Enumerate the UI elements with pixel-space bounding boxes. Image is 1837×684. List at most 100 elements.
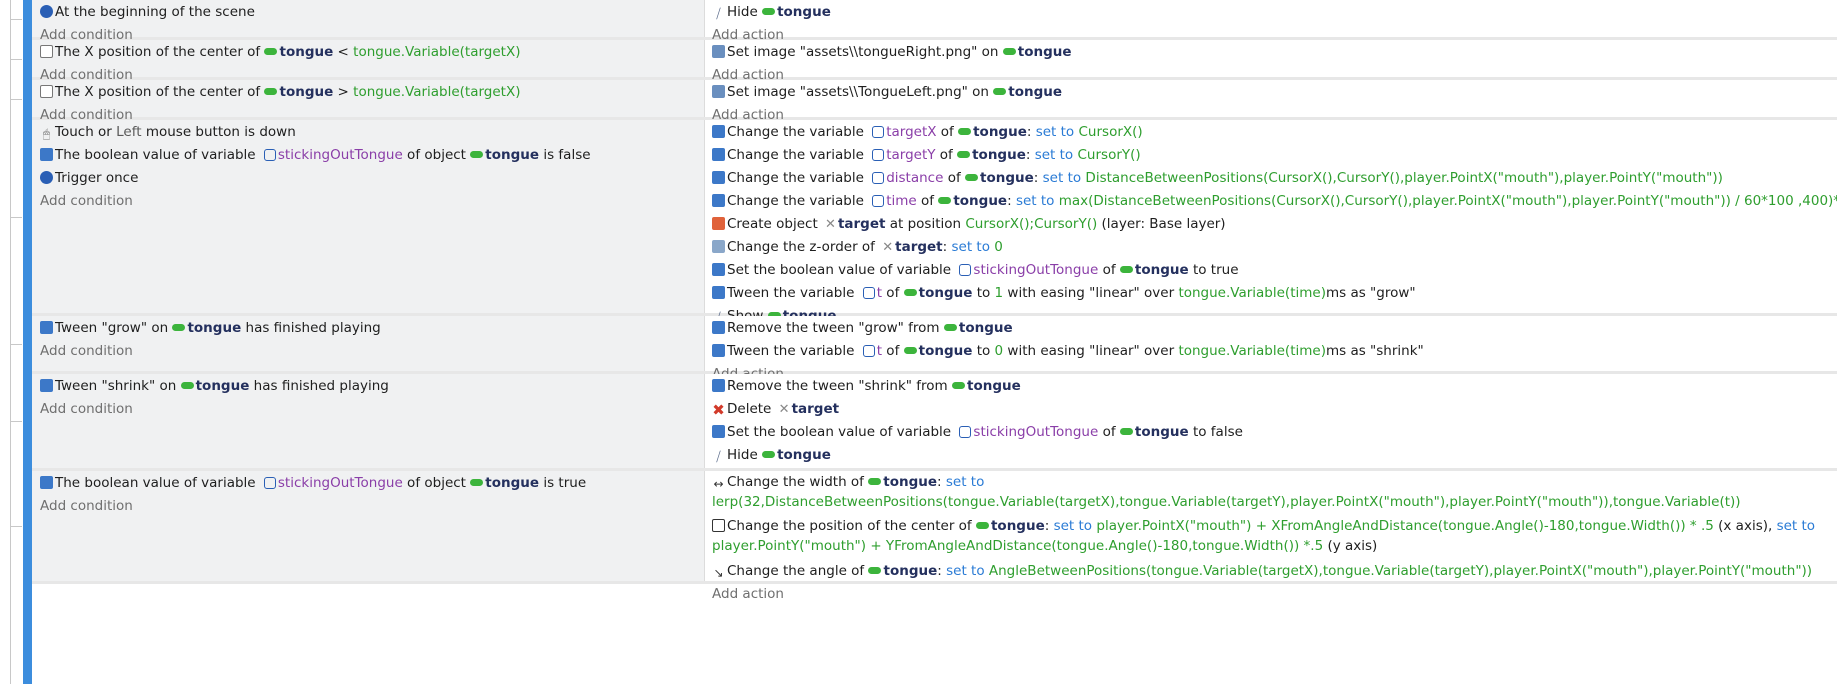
- action-line[interactable]: Remove the tween "grow" from tongue: [712, 317, 1837, 340]
- object-reference[interactable]: tongue: [993, 84, 1062, 100]
- expression[interactable]: tongue.Variable(targetX): [353, 44, 520, 60]
- action-line[interactable]: Change the variable distance of tongue: …: [712, 167, 1837, 190]
- expression[interactable]: AngleBetweenPositions(tongue.Variable(ta…: [989, 563, 1812, 579]
- conditions-column[interactable]: The X position of the center of tongue <…: [32, 40, 705, 83]
- object-reference[interactable]: ✕ target: [776, 401, 839, 417]
- actions-column[interactable]: Change the variable targetX of tongue: s…: [705, 120, 1837, 347]
- object-reference[interactable]: tongue: [938, 193, 1007, 209]
- action-line[interactable]: Change the position of the center of ton…: [712, 516, 1837, 560]
- variable-name[interactable]: targetY: [886, 147, 935, 163]
- condition-line[interactable]: Tween "grow" on tongue has finished play…: [40, 317, 704, 340]
- object-reference[interactable]: ✕ target: [822, 216, 885, 232]
- add-condition-button[interactable]: Add condition: [40, 190, 704, 213]
- expression[interactable]: tongue.Variable(targetX): [353, 84, 520, 100]
- event-row[interactable]: Tween "grow" on tongue has finished play…: [10, 316, 1837, 382]
- add-condition-button[interactable]: Add condition: [40, 340, 704, 363]
- object-reference[interactable]: tongue: [952, 378, 1021, 394]
- expression[interactable]: 0: [995, 343, 1004, 359]
- object-reference[interactable]: tongue: [1002, 44, 1072, 60]
- action-line[interactable]: Set image "assets\\TongueLeft.png" on to…: [712, 81, 1837, 104]
- object-reference[interactable]: tongue: [958, 124, 1027, 140]
- event-row[interactable]: The X position of the center of tongue >…: [10, 80, 1837, 123]
- object-reference[interactable]: tongue: [470, 147, 539, 163]
- add-action-button[interactable]: Add action: [712, 583, 1837, 606]
- action-line[interactable]: ↘ Change the angle of tongue: set to Angl…: [712, 560, 1837, 583]
- object-reference[interactable]: tongue: [264, 44, 333, 60]
- expression[interactable]: tongue.Variable(time): [1178, 343, 1326, 359]
- object-reference[interactable]: tongue: [943, 320, 1013, 336]
- action-line[interactable]: Tween the variable t of tongue to 1 with…: [712, 282, 1837, 305]
- object-reference[interactable]: tongue: [957, 147, 1026, 163]
- object-reference[interactable]: tongue: [868, 474, 937, 490]
- actions-column[interactable]: Remove the tween "shrink" from tongue ✖ De…: [705, 374, 1837, 486]
- action-line[interactable]: Create object ✕ target at position Cursor…: [712, 213, 1837, 236]
- action-line[interactable]: Set the boolean value of variable sticki…: [712, 421, 1837, 444]
- action-line[interactable]: ✖ Delete ✕ target: [712, 398, 1837, 421]
- condition-line[interactable]: The boolean value of variable stickingOu…: [40, 144, 704, 167]
- object-reference[interactable]: tongue: [172, 320, 241, 336]
- action-line[interactable]: ⧸ Hide tongue: [712, 444, 1837, 467]
- expression[interactable]: player.PointX("mouth") + XFromAngleAndDi…: [1096, 518, 1713, 534]
- conditions-column[interactable]: The boolean value of variable stickingOu…: [32, 471, 705, 581]
- object-reference[interactable]: tongue: [903, 343, 972, 359]
- action-line[interactable]: Set image "assets\\tongueRight.png" on t…: [712, 41, 1837, 64]
- conditions-column[interactable]: Tween "grow" on tongue has finished play…: [32, 316, 705, 371]
- condition-line[interactable]: At the beginning of the scene: [40, 1, 704, 24]
- action-line[interactable]: Change the variable targetY of tongue: s…: [712, 144, 1837, 167]
- object-reference[interactable]: tongue: [868, 563, 937, 579]
- condition-line[interactable]: The boolean value of variable stickingOu…: [40, 472, 704, 495]
- variable-name[interactable]: time: [886, 193, 917, 209]
- actions-column[interactable]: Set image "assets\\tongueRight.png" on t…: [705, 40, 1837, 83]
- actions-column[interactable]: ⧸ Hide tongue Add action: [705, 0, 1837, 43]
- variable-name[interactable]: distance: [886, 170, 943, 186]
- action-line[interactable]: Remove the tween "shrink" from tongue: [712, 375, 1837, 398]
- expression[interactable]: tongue.Variable(time): [1178, 285, 1326, 301]
- conditions-column[interactable]: At the beginning of the scene Add conditi…: [32, 0, 705, 43]
- actions-column[interactable]: Remove the tween "grow" from tongue Tween…: [705, 316, 1837, 382]
- variable-name[interactable]: stickingOutTongue: [973, 424, 1098, 440]
- event-row[interactable]: Tween "shrink" on tongue has finished pl…: [10, 374, 1837, 486]
- action-line[interactable]: Change the z-order of ✕ target: set to 0: [712, 236, 1837, 259]
- condition-line[interactable]: The X position of the center of tongue >…: [40, 81, 704, 104]
- object-reference[interactable]: ✕ target: [879, 239, 942, 255]
- object-reference[interactable]: tongue: [180, 378, 249, 394]
- variable-name[interactable]: targetX: [886, 124, 936, 140]
- condition-line[interactable]: Trigger once: [40, 167, 704, 190]
- object-reference[interactable]: tongue: [470, 475, 539, 491]
- event-row[interactable]: The X position of the center of tongue <…: [10, 40, 1837, 83]
- conditions-column[interactable]: 🖱 Touch or Left mouse button is down The b…: [32, 120, 705, 313]
- expression[interactable]: 1: [995, 285, 1004, 301]
- object-reference[interactable]: tongue: [965, 170, 1034, 186]
- expression[interactable]: CursorY(): [1078, 147, 1141, 163]
- object-reference[interactable]: tongue: [264, 84, 333, 100]
- conditions-column[interactable]: Tween "shrink" on tongue has finished pl…: [32, 374, 705, 468]
- object-reference[interactable]: tongue: [1119, 424, 1189, 440]
- expression[interactable]: max(DistanceBetweenPositions(CursorX(),C…: [1059, 193, 1837, 209]
- expression[interactable]: 0: [994, 239, 1003, 255]
- object-reference[interactable]: tongue: [762, 447, 831, 463]
- add-condition-button[interactable]: Add condition: [40, 398, 704, 421]
- event-row[interactable]: The boolean value of variable stickingOu…: [10, 471, 1837, 602]
- condition-line[interactable]: Tween "shrink" on tongue has finished pl…: [40, 375, 704, 398]
- object-reference[interactable]: tongue: [762, 4, 831, 20]
- action-line[interactable]: Change the variable targetX of tongue: s…: [712, 121, 1837, 144]
- variable-name[interactable]: stickingOutTongue: [973, 262, 1098, 278]
- object-reference[interactable]: tongue: [903, 285, 972, 301]
- expression[interactable]: player.PointY("mouth") + YFromAngleAndDi…: [712, 538, 1323, 554]
- actions-column[interactable]: Set image "assets\\TongueLeft.png" on to…: [705, 80, 1837, 123]
- object-reference[interactable]: tongue: [975, 518, 1045, 534]
- expression[interactable]: lerp(32,DistanceBetweenPositions(tongue.…: [712, 494, 1741, 510]
- actions-column[interactable]: ↔ Change the width of tongue: set to lerp…: [705, 471, 1837, 602]
- event-selection-bar[interactable]: [23, 0, 32, 684]
- conditions-column[interactable]: The X position of the center of tongue >…: [32, 80, 705, 123]
- condition-line[interactable]: 🖱 Touch or Left mouse button is down: [40, 121, 704, 144]
- expression[interactable]: CursorX(): [1079, 124, 1143, 140]
- expression[interactable]: CursorX();CursorY(): [965, 216, 1097, 232]
- variable-name[interactable]: stickingOutTongue: [278, 147, 403, 163]
- action-line[interactable]: Tween the variable t of tongue to 0 with…: [712, 340, 1837, 363]
- expression[interactable]: DistanceBetweenPositions(CursorX(),Curso…: [1085, 170, 1722, 186]
- event-row[interactable]: 🖱 Touch or Left mouse button is down The b…: [10, 120, 1837, 347]
- object-reference[interactable]: tongue: [1119, 262, 1189, 278]
- condition-line[interactable]: The X position of the center of tongue <…: [40, 41, 704, 64]
- action-line[interactable]: ↔ Change the width of tongue: set to lerp…: [712, 472, 1837, 516]
